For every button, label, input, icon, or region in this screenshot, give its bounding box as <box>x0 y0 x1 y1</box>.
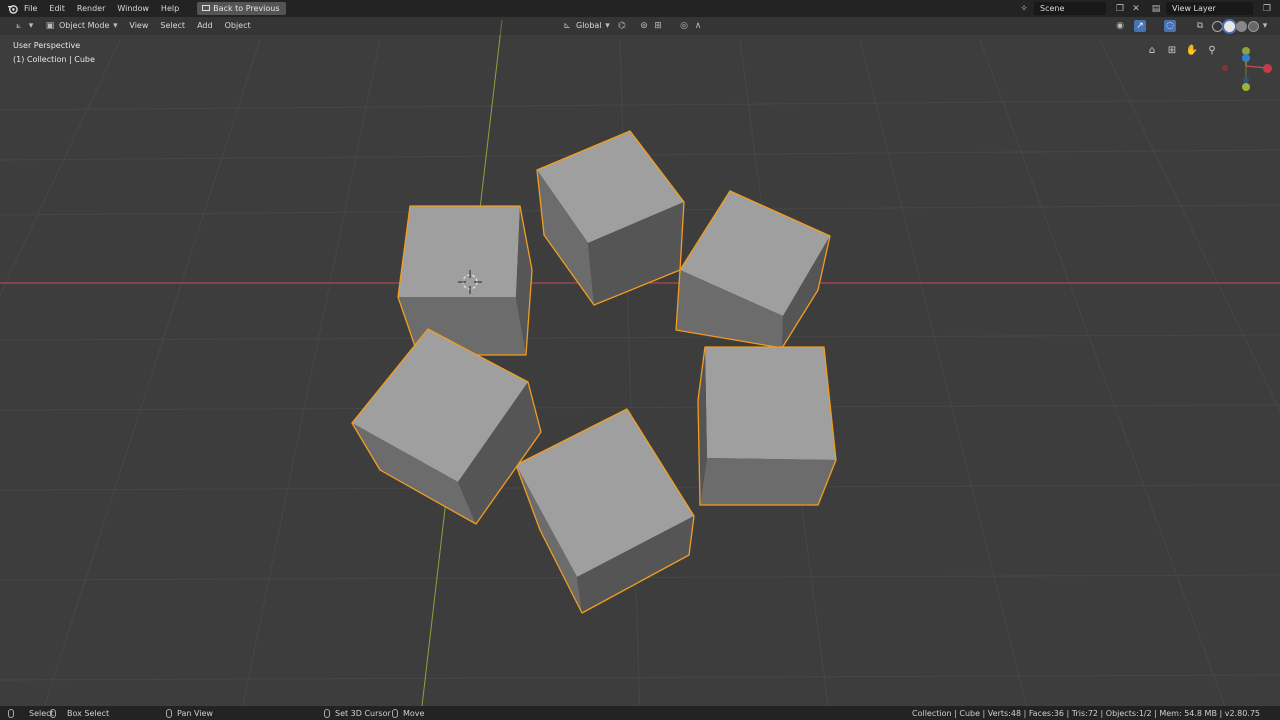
mode-dropdown[interactable]: ▣ Object Mode ▾ <box>39 19 123 33</box>
overlay-toggle-icon[interactable]: ◌ <box>1164 20 1176 32</box>
top-bar: File Edit Render Window Help Back to Pre… <box>0 0 1280 17</box>
hand-pan-icon[interactable]: ✋ <box>1184 42 1200 58</box>
header-menu-select[interactable]: Select <box>154 17 191 35</box>
viewport-header: ⟀ ▾ ▣ Object Mode ▾ View Select Add Obje… <box>0 17 1280 35</box>
wireframe-shading-icon[interactable] <box>1212 21 1223 32</box>
status-set-cursor: Set 3D Cursor <box>324 706 391 720</box>
grid-view-icon[interactable]: ⊞ <box>1164 42 1180 58</box>
xray-icon[interactable]: ⧉ <box>1194 20 1206 32</box>
snap-icon[interactable]: ⊚ <box>638 20 650 32</box>
editor-type-dropdown[interactable]: ⟀ ▾ <box>8 19 39 33</box>
menu-help[interactable]: Help <box>155 0 185 17</box>
orientation-label: Global <box>576 21 602 30</box>
status-move-label: Move <box>403 708 425 718</box>
solid-shading-icon[interactable] <box>1224 21 1235 32</box>
header-menu-object[interactable]: Object <box>219 17 257 35</box>
mouse-middle-icon <box>166 708 172 718</box>
mouse-drag-icon <box>50 708 56 718</box>
menu-render[interactable]: Render <box>71 0 111 17</box>
status-select: Select <box>8 706 54 720</box>
header-menu-view[interactable]: View <box>123 17 154 35</box>
cube-1[interactable] <box>397 205 533 356</box>
viewport-3d[interactable] <box>0 0 1280 720</box>
axis-editor-icon: ⟀ <box>16 21 22 31</box>
scene-name-field[interactable]: Scene <box>1034 2 1106 15</box>
cube-2[interactable] <box>536 130 685 306</box>
visibility-icon[interactable]: ◉ <box>1114 20 1126 32</box>
perspective-label: User Perspective <box>13 41 81 50</box>
view-layer-name-field[interactable]: View Layer <box>1166 2 1253 15</box>
cube-5[interactable] <box>515 408 695 614</box>
back-to-previous-label: Back to Previous <box>213 4 280 13</box>
status-pan-view: Pan View <box>166 706 213 720</box>
cube-6[interactable] <box>351 328 542 525</box>
status-bar: Select Box Select Pan View Set 3D Cursor… <box>0 706 1280 720</box>
proportional-edit-icon[interactable]: ◎ <box>678 20 690 32</box>
cube-4[interactable] <box>697 346 837 506</box>
navigation-controls: ⌂ ⊞ ✋ ⚲ <box>1144 42 1220 58</box>
back-to-previous-button[interactable]: Back to Previous <box>197 2 286 15</box>
floor-grid <box>0 39 1280 720</box>
scene-statistics: Collection | Cube | Verts:48 | Faces:36 … <box>912 708 1260 718</box>
gizmo-neg-x-dot[interactable] <box>1222 65 1228 71</box>
gizmo-x-axis-dot[interactable] <box>1263 64 1272 73</box>
status-box-select-label: Box Select <box>67 708 110 718</box>
camera-view-icon[interactable]: ⌂ <box>1144 42 1160 58</box>
gizmo-z-axis-dot[interactable] <box>1242 54 1250 62</box>
rendered-shading-icon[interactable] <box>1248 21 1259 32</box>
gizmo-toggle-icon[interactable]: ↗ <box>1134 20 1146 32</box>
view-layer-icon: ▤ <box>1151 3 1161 14</box>
menu-window[interactable]: Window <box>111 0 155 17</box>
chevron-down-icon: ▾ <box>28 21 34 31</box>
new-view-layer-icon[interactable]: ❐ <box>1261 3 1273 15</box>
cube-3[interactable] <box>675 190 831 349</box>
header-menu-add[interactable]: Add <box>191 17 219 35</box>
mouse-right-drag-icon <box>392 708 398 718</box>
orientation-dropdown[interactable]: ⊾ Global ▾ <box>556 19 616 33</box>
chevron-down-icon: ▾ <box>113 21 118 31</box>
mode-label: Object Mode <box>59 21 110 30</box>
mouse-left-icon <box>8 708 14 718</box>
status-pan-view-label: Pan View <box>177 708 213 718</box>
navigation-gizmo[interactable] <box>1218 44 1274 94</box>
pivot-point-icon[interactable]: ⌬ <box>616 20 628 32</box>
status-set-cursor-label: Set 3D Cursor <box>335 708 391 718</box>
scene-selector[interactable]: ✧ Scene ❐ ✕ <box>1018 0 1142 17</box>
menu-file[interactable]: File <box>18 0 43 17</box>
collection-label: (1) Collection | Cube <box>13 55 95 64</box>
falloff-icon[interactable]: ∧ <box>692 20 704 32</box>
gizmo-neg-y-dot[interactable] <box>1242 83 1250 91</box>
chevron-down-icon[interactable]: ▾ <box>1262 20 1268 32</box>
scene-icon: ✧ <box>1020 3 1028 14</box>
orientation-icon: ⊾ <box>563 21 571 31</box>
object-mode-icon: ▣ <box>45 21 55 31</box>
delete-scene-icon[interactable]: ✕ <box>1130 3 1142 15</box>
menu-edit[interactable]: Edit <box>43 0 71 17</box>
blender-logo-icon[interactable] <box>6 3 18 15</box>
view-layer-selector[interactable]: ▤ View Layer ❐ ✕ <box>1150 0 1280 17</box>
status-box-select: Box Select <box>50 706 109 720</box>
status-stats: Collection | Cube | Verts:48 | Faces:36 … <box>912 706 1260 720</box>
screen-icon <box>201 3 210 15</box>
chevron-down-icon: ▾ <box>605 21 610 31</box>
material-shading-icon[interactable] <box>1236 21 1247 32</box>
snap-target-icon[interactable]: ⊞ <box>652 20 664 32</box>
status-move: Move <box>392 706 424 720</box>
new-scene-icon[interactable]: ❐ <box>1114 3 1126 15</box>
mouse-right-icon <box>324 708 330 718</box>
